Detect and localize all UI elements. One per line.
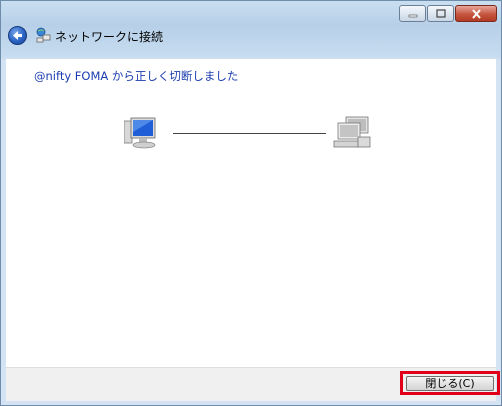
connect-to-network-window: ネットワークに接続 @nifty FOMA から正しく切断しました 閉じる(C) [0,0,502,406]
network-icon [36,27,51,43]
back-button[interactable] [8,26,27,45]
minimize-icon [408,14,417,17]
close-button[interactable]: 閉じる(C) [406,376,494,391]
minimize-button[interactable] [399,5,426,22]
content-area: @nifty FOMA から正しく切断しました [6,59,496,367]
maximize-button[interactable] [427,5,454,22]
close-window-button[interactable] [455,5,497,22]
computer-icon [124,117,156,149]
window-title: ネットワークに接続 [55,30,164,44]
close-icon [471,8,481,19]
network-server-icon [333,116,371,148]
maximize-icon [435,9,446,18]
back-arrow-icon [13,31,22,40]
title-bar: ネットワークに接続 [1,1,501,59]
footer-bar: 閉じる(C) [6,367,500,401]
connection-line [173,133,326,134]
disconnect-message: @nifty FOMA から正しく切断しました [34,69,239,83]
window-controls [398,5,497,22]
